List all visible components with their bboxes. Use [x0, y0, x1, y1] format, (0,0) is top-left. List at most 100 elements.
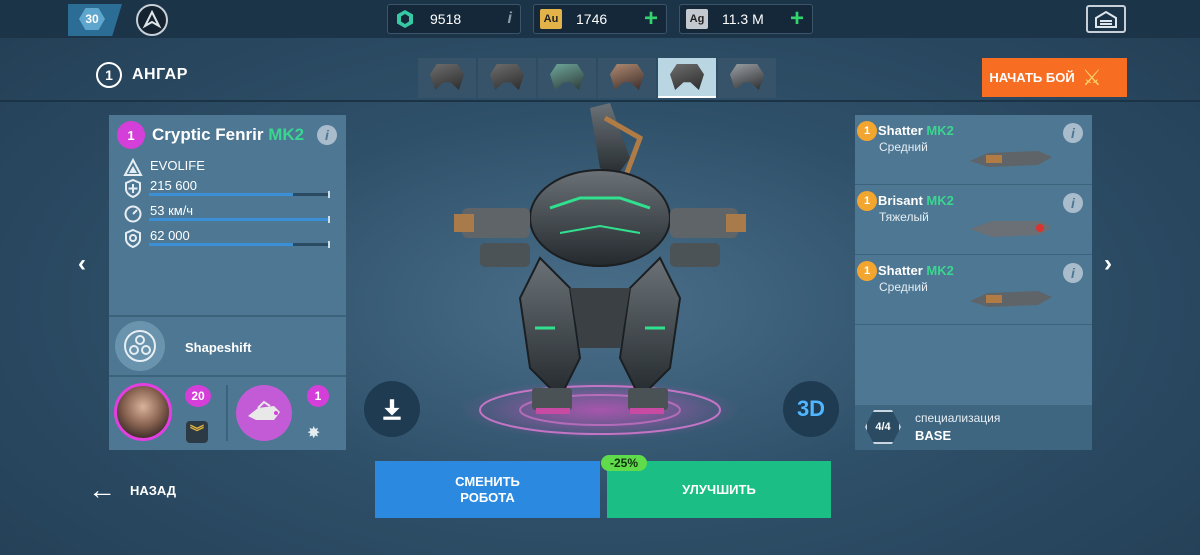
robot-tab-3[interactable]	[538, 58, 596, 98]
pilot-rank-chevron-icon: ︾	[186, 421, 208, 443]
speed-bar-fill	[149, 218, 329, 221]
weapon-name: Shatter MK2	[878, 263, 954, 278]
resource-silver[interactable]: Ag 11.3 M +	[679, 4, 813, 34]
league-rank-icon[interactable]	[136, 4, 168, 36]
add-silver-icon[interactable]: +	[790, 7, 804, 31]
weapon-class: Средний	[879, 280, 928, 294]
manufacturer-value: EVOLIFE	[150, 158, 205, 173]
hangar-title: АНГАР	[132, 66, 188, 83]
weapon-image	[970, 221, 1052, 237]
shield-icon	[125, 228, 141, 248]
resource-gold[interactable]: Au 1746 +	[533, 4, 667, 34]
back-button[interactable]: ← НАЗАД	[88, 474, 176, 505]
robot-tabs	[418, 58, 776, 98]
health-bar-fill	[149, 193, 293, 196]
weapon-name-text: Brisant	[878, 193, 923, 208]
robot-stats: 1 Cryptic Fenrir MK2 i EVOLIFE 215 600 5…	[109, 115, 346, 317]
resource-platinum[interactable]: 9518 i	[387, 4, 521, 34]
weapon-class: Тяжелый	[879, 210, 929, 224]
info-icon[interactable]: i	[508, 10, 512, 28]
weapon-name-text: Shatter	[878, 123, 923, 138]
pilot-avatar[interactable]	[114, 383, 172, 441]
weapon-info-icon[interactable]: i	[1063, 263, 1083, 283]
garage-button[interactable]	[1086, 5, 1126, 33]
health-value: 215 600	[150, 178, 197, 193]
robot-tab-5[interactable]	[658, 58, 716, 98]
add-gold-icon[interactable]: +	[644, 7, 658, 31]
start-battle-button[interactable]: НАЧАТЬ БОЙ ⚔	[982, 58, 1127, 97]
weapon-name-text: Shatter	[878, 263, 923, 278]
gold-value: 1746	[576, 11, 608, 27]
shield-bar-end	[328, 241, 330, 248]
upgrade-label: УЛУЧШИТЬ	[682, 482, 756, 497]
manufacturer-icon	[123, 158, 143, 176]
weapon-class: Средний	[879, 140, 928, 154]
weapon-image	[970, 151, 1052, 167]
weapon-slot-3[interactable]: 1 Shatter MK2 Средний i	[855, 255, 1092, 325]
weapon-mark: MK2	[926, 123, 954, 138]
drone-level: 1	[307, 385, 329, 407]
robot-thumbnail-icon	[430, 64, 464, 90]
pilot-drone-row: 20 ︾ 1 ✸	[109, 377, 346, 448]
view-3d-button[interactable]: 3D	[783, 381, 839, 437]
weapon-level: 1	[857, 121, 877, 141]
robot-tab-2[interactable]	[478, 58, 536, 98]
shield-bar	[149, 241, 330, 248]
weapon-info-icon[interactable]: i	[1063, 123, 1083, 143]
speed-bar	[149, 216, 330, 223]
weapon-slot-1[interactable]: 1 Shatter MK2 Средний i	[855, 115, 1092, 185]
weapons-panel: 1 Shatter MK2 Средний i 1 Brisant MK2 Тя…	[855, 115, 1092, 450]
robot-thumbnail-icon	[610, 64, 644, 90]
previous-robot-arrow-icon[interactable]: ‹	[78, 250, 86, 278]
gold-icon: Au	[540, 9, 562, 29]
hangar-number[interactable]: 1	[96, 62, 122, 88]
platinum-value: 9518	[430, 11, 462, 27]
robot-thumbnail-icon	[550, 64, 584, 90]
robot-model[interactable]	[440, 98, 760, 458]
robot-thumbnail-icon	[730, 64, 764, 90]
health-bar	[149, 191, 330, 198]
specialization-label: специализация	[915, 411, 1001, 425]
platinum-hex-icon	[394, 9, 416, 29]
save-preset-button[interactable]	[364, 381, 420, 437]
speedometer-icon	[124, 205, 142, 223]
shield-value: 62 000	[150, 228, 190, 243]
ability-row[interactable]: Shapeshift	[109, 317, 346, 377]
start-battle-label: НАЧАТЬ БОЙ	[989, 70, 1075, 85]
robot-info-icon[interactable]: i	[317, 125, 337, 145]
robot-level: 1	[117, 121, 145, 149]
robot-render	[454, 103, 746, 440]
garage-icon	[1095, 10, 1117, 28]
speed-bar-end	[328, 216, 330, 223]
discount-badge: -25%	[601, 455, 647, 471]
crossed-swords-icon: ⚔	[1082, 64, 1102, 90]
download-icon	[383, 399, 401, 420]
speed-value: 53 км/ч	[150, 203, 194, 218]
robot-tab-6[interactable]	[718, 58, 776, 98]
drone-icon[interactable]	[236, 385, 292, 441]
weapon-mark: MK2	[926, 263, 954, 278]
drone-module-icon: ✸	[307, 425, 321, 442]
weapon-mark: MK2	[926, 193, 954, 208]
specialization-value: BASE	[915, 428, 952, 443]
specialization-row[interactable]: 4/4 специализация BASE	[855, 405, 1092, 450]
health-bar-end	[328, 191, 330, 198]
silver-value: 11.3 M	[722, 11, 764, 27]
back-arrow-icon: ←	[88, 474, 116, 505]
robot-info-panel: 1 Cryptic Fenrir MK2 i EVOLIFE 215 600 5…	[109, 115, 346, 450]
stat-health: 215 600	[123, 178, 197, 200]
robot-tab-4[interactable]	[598, 58, 656, 98]
health-icon	[125, 178, 141, 198]
silver-icon: Ag	[686, 9, 708, 29]
league-emblem-icon	[142, 10, 162, 29]
divider	[226, 385, 228, 441]
next-robot-arrow-icon[interactable]: ›	[1104, 250, 1112, 278]
change-robot-button[interactable]: СМЕНИТЬ РОБОТА	[375, 461, 600, 518]
change-robot-label: СМЕНИТЬ РОБОТА	[455, 473, 520, 505]
weapon-slot-2[interactable]: 1 Brisant MK2 Тяжелый i	[855, 185, 1092, 255]
weapon-info-icon[interactable]: i	[1063, 193, 1083, 213]
robot-tab-1[interactable]	[418, 58, 476, 98]
shapeshift-ability-icon	[115, 321, 165, 371]
stat-manufacturer: EVOLIFE	[123, 158, 205, 180]
ability-name: Shapeshift	[185, 340, 252, 355]
